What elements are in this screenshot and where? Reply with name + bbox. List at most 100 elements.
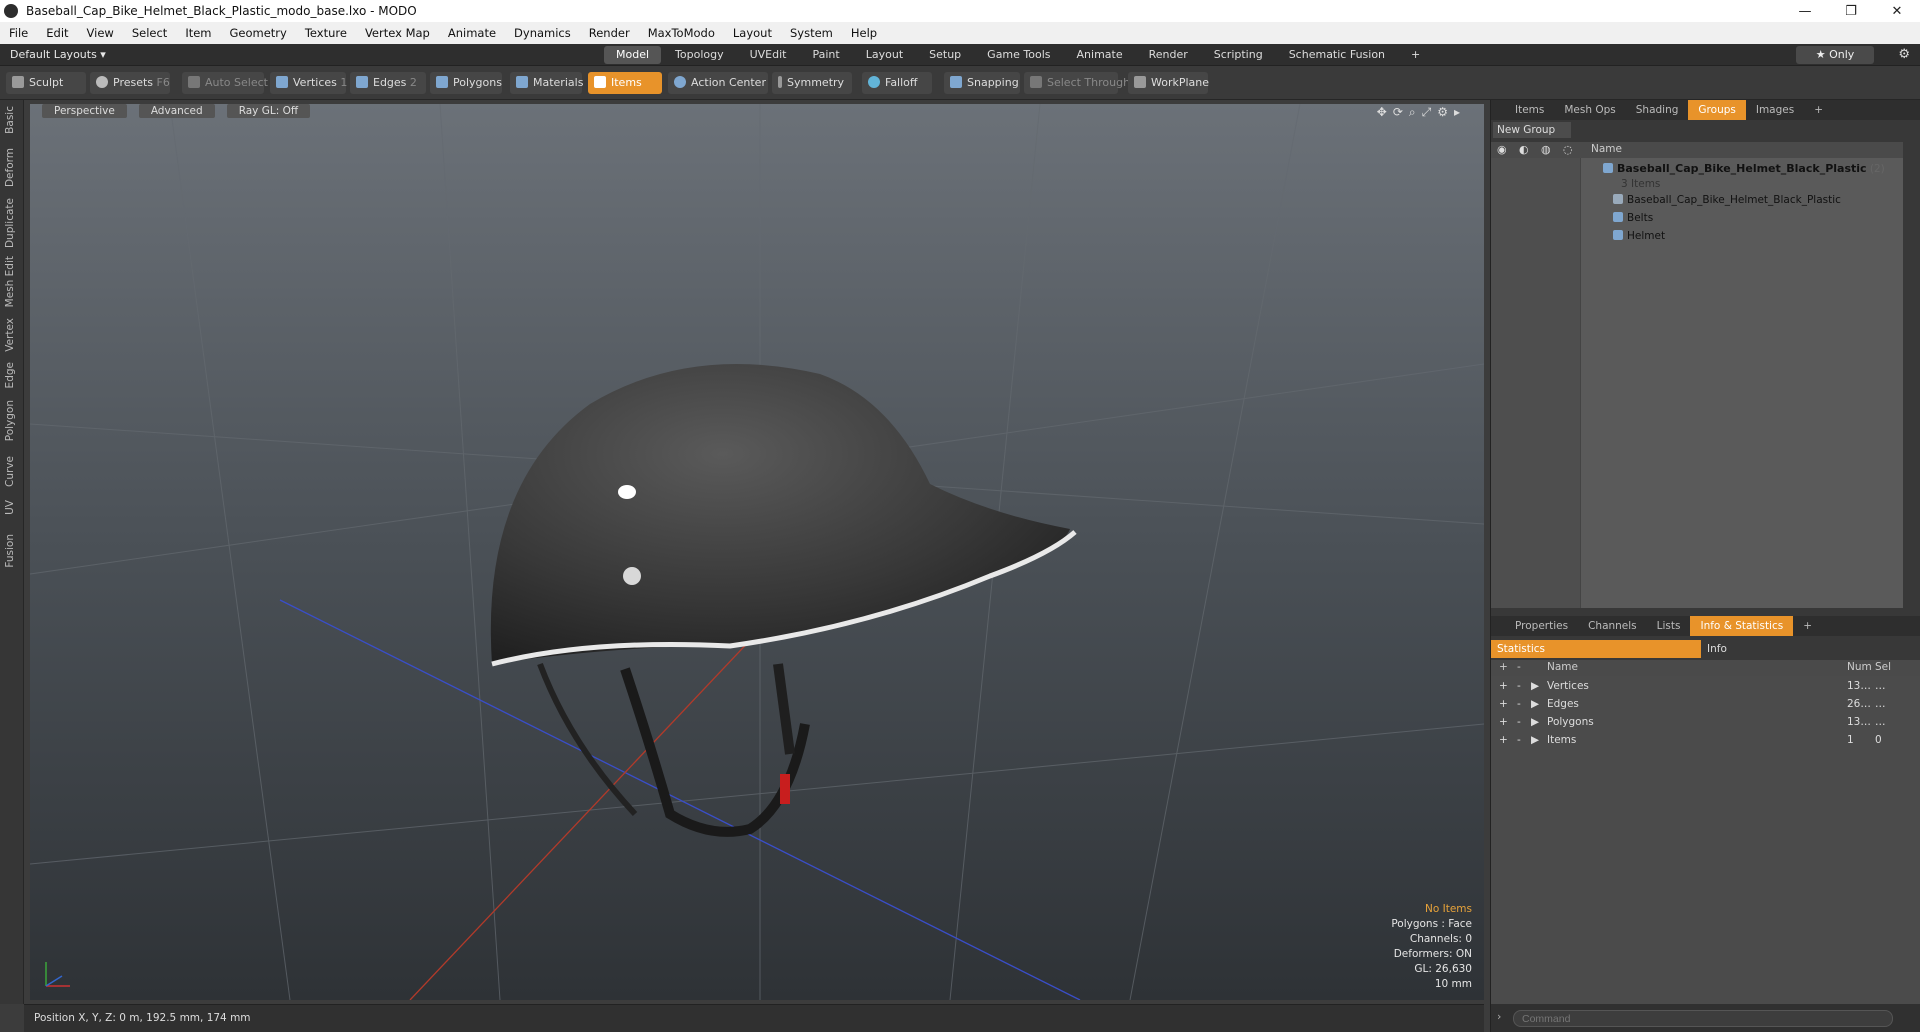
- side-strap: [537, 662, 638, 817]
- tab-uv[interactable]: UV: [4, 500, 16, 515]
- tab-polygon[interactable]: Polygon: [4, 400, 16, 441]
- tab-mesh-edit[interactable]: Mesh Edit: [4, 256, 16, 307]
- lock-icon[interactable]: ◐: [1519, 143, 1529, 156]
- action-center-button[interactable]: Action Center: [668, 72, 768, 94]
- deformers-label: Deformers: ON: [1393, 948, 1472, 960]
- tab-shading[interactable]: Shading: [1626, 100, 1689, 120]
- advanced-dropdown[interactable]: Advanced: [138, 104, 215, 118]
- eye-icon[interactable]: ◉: [1497, 143, 1507, 156]
- command-input[interactable]: [1513, 1010, 1893, 1027]
- only-button[interactable]: ★ Only: [1796, 46, 1874, 64]
- tab-groups[interactable]: Groups: [1688, 100, 1746, 120]
- gl-count-label: GL: 26,630: [1414, 963, 1472, 975]
- sculpt-button[interactable]: Sculpt: [6, 72, 86, 94]
- auto-select-icon: [188, 76, 200, 88]
- stats-row[interactable]: + - ▶ Items 1 0: [1491, 732, 1920, 750]
- menu-help[interactable]: Help: [842, 26, 886, 40]
- stats-row[interactable]: + - ▶ Vertices 13… …: [1491, 678, 1920, 696]
- tab-properties[interactable]: Properties: [1505, 616, 1578, 636]
- scale-label: 10 mm: [1434, 978, 1472, 990]
- menu-geometry[interactable]: Geometry: [221, 26, 296, 40]
- stats-list: + - ▶ Vertices 13… … + - ▶ Edges 26… … + - ▶ P…: [1491, 676, 1920, 1016]
- subtab-statistics[interactable]: Statistics: [1491, 640, 1701, 658]
- menu-system[interactable]: System: [781, 26, 842, 40]
- presets-button[interactable]: Presets F6: [90, 72, 170, 94]
- menu-edit[interactable]: Edit: [37, 26, 77, 40]
- stats-row[interactable]: + - ▶ Edges 26… …: [1491, 696, 1920, 714]
- vertices-button[interactable]: Vertices 1: [270, 72, 347, 94]
- items-button[interactable]: Items: [588, 72, 662, 94]
- perspective-dropdown[interactable]: Perspective: [42, 104, 127, 118]
- group-child-helmet[interactable]: Helmet: [1613, 230, 1665, 242]
- workplane-icon: [1134, 76, 1146, 88]
- tab-paint[interactable]: Paint: [801, 46, 852, 64]
- menu-view[interactable]: View: [78, 26, 123, 40]
- locator-icon: [1613, 194, 1623, 204]
- stats-num-header: Num: [1847, 661, 1872, 673]
- 3d-viewport[interactable]: Perspective Advanced Ray GL: Off ✥⟳⌕⤢⚙▸ …: [30, 104, 1484, 1000]
- select-icon[interactable]: ◌: [1563, 143, 1573, 156]
- menu-render[interactable]: Render: [580, 26, 639, 40]
- tab-channels[interactable]: Channels: [1578, 616, 1647, 636]
- symmetry-button[interactable]: Symmetry: [772, 72, 852, 94]
- close-icon[interactable]: ✕: [1874, 0, 1920, 22]
- tab-topology[interactable]: Topology: [663, 46, 736, 64]
- tab-vertex[interactable]: Vertex: [4, 318, 16, 352]
- snapping-button[interactable]: Snapping: [944, 72, 1020, 94]
- tab-curve[interactable]: Curve: [4, 456, 16, 487]
- tab-uvedit[interactable]: UVEdit: [738, 46, 799, 64]
- stats-row[interactable]: + - ▶ Polygons 13… …: [1491, 714, 1920, 732]
- gear-icon[interactable]: ⚙: [1898, 47, 1910, 62]
- add-tab-button[interactable]: +: [1399, 46, 1432, 64]
- tab-model[interactable]: Model: [604, 46, 662, 64]
- tab-setup[interactable]: Setup: [917, 46, 973, 64]
- edges-button[interactable]: Edges 2: [350, 72, 426, 94]
- menu-select[interactable]: Select: [123, 26, 176, 40]
- group-row[interactable]: Baseball_Cap_Bike_Helmet_Black_Plastic (…: [1603, 162, 1885, 175]
- menu-layout[interactable]: Layout: [724, 26, 781, 40]
- new-group-button[interactable]: New Group: [1493, 122, 1571, 138]
- tab-info-statistics[interactable]: Info & Statistics: [1690, 616, 1794, 636]
- tab-scripting[interactable]: Scripting: [1202, 46, 1275, 64]
- tab-duplicate[interactable]: Duplicate: [4, 198, 16, 248]
- minimize-icon[interactable]: —: [1782, 0, 1828, 22]
- menu-item[interactable]: Item: [176, 26, 220, 40]
- tab-animate[interactable]: Animate: [1065, 46, 1135, 64]
- tab-lists[interactable]: Lists: [1647, 616, 1691, 636]
- default-layouts-dropdown[interactable]: Default Layouts ▾: [10, 48, 106, 61]
- tab-game-tools[interactable]: Game Tools: [975, 46, 1062, 64]
- menu-vertex-map[interactable]: Vertex Map: [356, 26, 439, 40]
- workplane-button[interactable]: WorkPlane: [1128, 72, 1209, 94]
- group-child-mesh[interactable]: Baseball_Cap_Bike_Helmet_Black_Plastic: [1613, 194, 1841, 206]
- tab-images[interactable]: Images: [1746, 100, 1804, 120]
- menu-file[interactable]: File: [0, 26, 37, 40]
- render-icon[interactable]: ◍: [1541, 143, 1551, 156]
- menu-texture[interactable]: Texture: [296, 26, 356, 40]
- group-items-count: 3 Items: [1621, 178, 1661, 190]
- tab-edge[interactable]: Edge: [4, 362, 16, 388]
- add-panel-tab-bottom[interactable]: +: [1793, 616, 1822, 636]
- viewport-nav-icons[interactable]: ✥⟳⌕⤢⚙▸: [1377, 105, 1466, 120]
- group-child-belts[interactable]: Belts: [1613, 212, 1653, 224]
- falloff-button[interactable]: Falloff: [862, 72, 932, 94]
- add-panel-tab[interactable]: +: [1804, 100, 1833, 120]
- maximize-icon[interactable]: ❐: [1828, 0, 1874, 22]
- menu-dynamics[interactable]: Dynamics: [505, 26, 580, 40]
- materials-icon: [516, 76, 528, 88]
- menu-maxtomodo[interactable]: MaxToModo: [639, 26, 724, 40]
- tab-deform[interactable]: Deform: [4, 148, 16, 187]
- subtab-info[interactable]: Info: [1701, 640, 1911, 658]
- tab-mesh-ops[interactable]: Mesh Ops: [1554, 100, 1625, 120]
- raygl-dropdown[interactable]: Ray GL: Off: [226, 104, 311, 118]
- select-through-button[interactable]: Select Through: [1024, 72, 1130, 94]
- materials-button[interactable]: Materials: [510, 72, 583, 94]
- tab-items[interactable]: Items: [1505, 100, 1554, 120]
- tab-fusion[interactable]: Fusion: [4, 534, 16, 568]
- menu-animate[interactable]: Animate: [439, 26, 505, 40]
- polygons-button[interactable]: Polygons: [430, 72, 502, 94]
- auto-select-button[interactable]: Auto Select: [182, 72, 268, 94]
- tab-layout[interactable]: Layout: [854, 46, 915, 64]
- tab-render[interactable]: Render: [1137, 46, 1200, 64]
- tab-basic[interactable]: Basic: [4, 106, 16, 134]
- tab-schematic-fusion[interactable]: Schematic Fusion: [1277, 46, 1397, 64]
